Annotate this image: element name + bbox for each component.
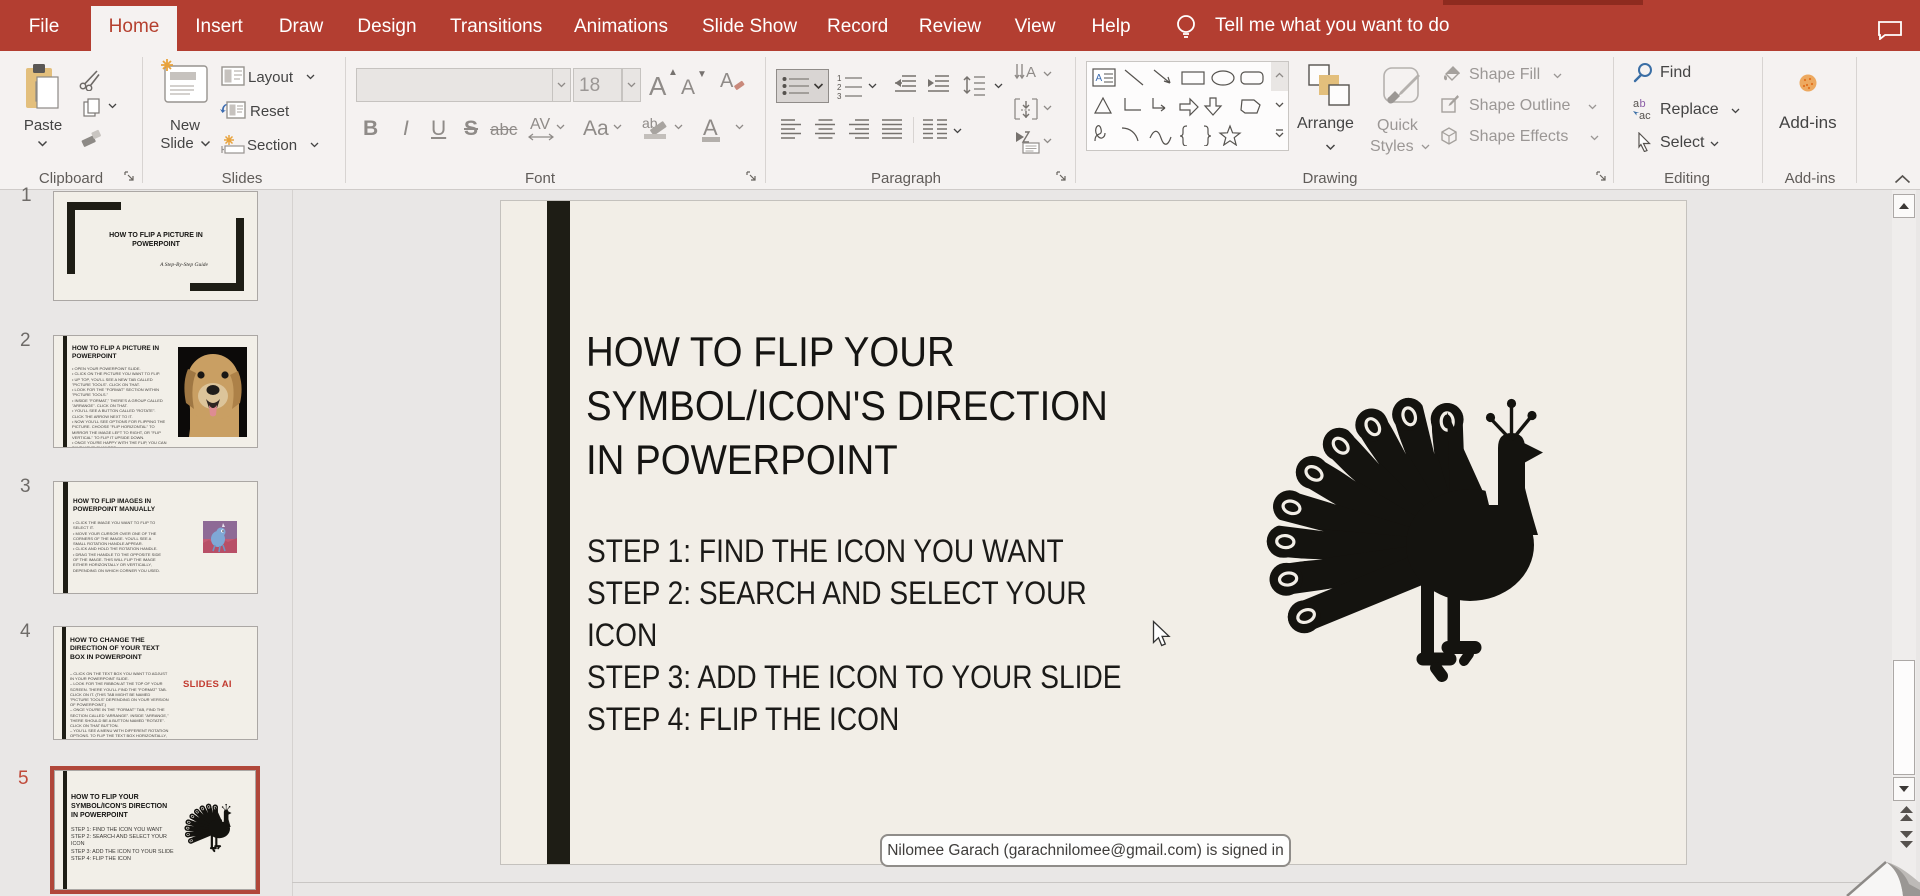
svg-text:2: 2	[837, 83, 842, 92]
svg-text:A: A	[1096, 73, 1103, 84]
svg-text:3: 3	[837, 92, 842, 99]
svg-text:A: A	[1026, 64, 1036, 81]
svg-text:ac: ac	[1639, 110, 1651, 122]
svg-text:1: 1	[837, 74, 842, 83]
svg-text:b: b	[1640, 98, 1646, 110]
